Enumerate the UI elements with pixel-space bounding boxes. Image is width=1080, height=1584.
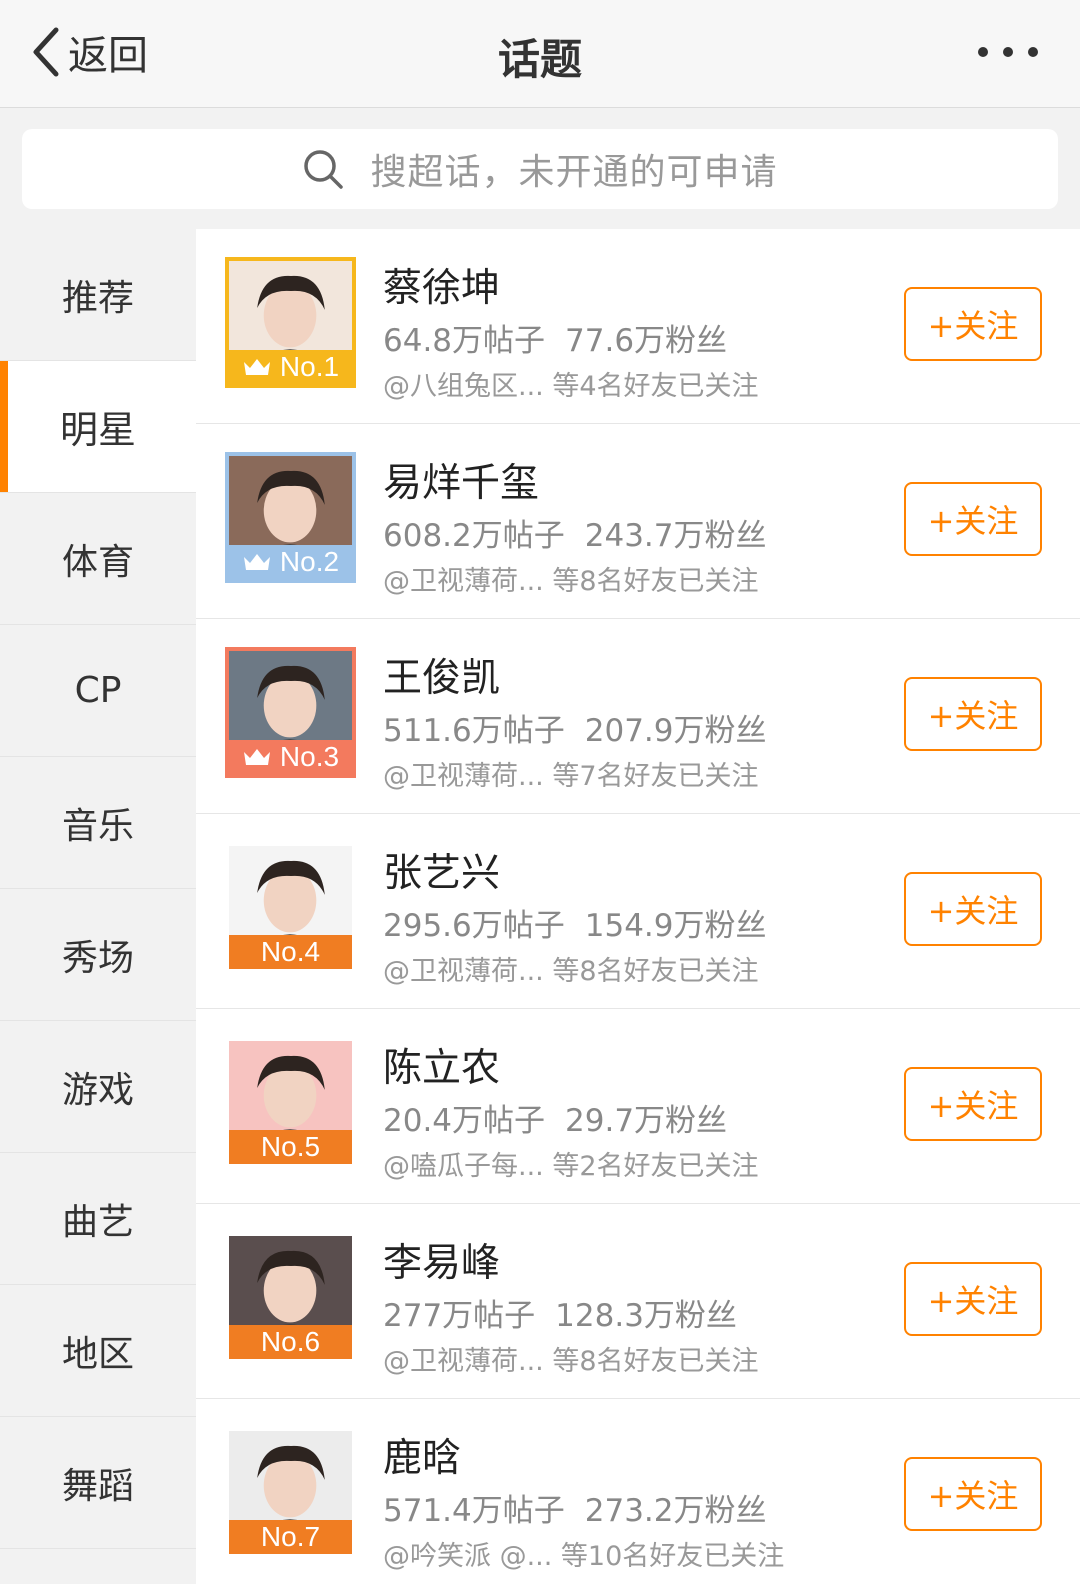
avatar[interactable]: No.6 (225, 1232, 356, 1363)
avatar[interactable]: No.7 (225, 1427, 356, 1558)
friends-following: @卫视薄荷... 等8名好友已关注 (383, 1346, 759, 1377)
rank-badge: No.7 (229, 1520, 352, 1554)
fan-count: 273.2万粉丝 (584, 1493, 767, 1529)
sidebar-item[interactable]: 推荐 (0, 229, 196, 361)
crown-icon (243, 554, 270, 570)
post-count: 64.8万帖子 (383, 323, 546, 359)
sidebar-item[interactable]: 舞蹈 (0, 1417, 196, 1549)
topic-name[interactable]: 张艺兴 (383, 842, 500, 898)
friends-following: @吟笑派 @... 等10名好友已关注 (383, 1541, 785, 1572)
rank-label: No.3 (279, 741, 340, 772)
fan-count: 154.9万粉丝 (584, 908, 767, 944)
sidebar-item[interactable]: 明星 (0, 361, 196, 493)
sidebar-item[interactable]: CP (0, 625, 196, 757)
topic-stats: 277万帖子 128.3万粉丝 (383, 1290, 737, 1335)
topic-list: No.1 蔡徐坤 64.8万帖子 77.6万粉丝 @八组兔区... 等4名好友已关注 +关… (196, 229, 1080, 1584)
rank-badge: No.2 (229, 545, 352, 579)
topic-stats: 295.6万帖子 154.9万粉丝 (383, 900, 767, 945)
friends-following: @嗑瓜子每... 等2名好友已关注 (383, 1151, 759, 1182)
fan-count: 77.6万粉丝 (565, 323, 728, 359)
rank-label: No.2 (279, 546, 340, 577)
rank-badge: No.5 (229, 1130, 352, 1164)
friends-following: @卫视薄荷... 等8名好友已关注 (383, 956, 759, 987)
rank-label: No.4 (260, 936, 321, 967)
topic-name[interactable]: 易烊千玺 (383, 452, 539, 508)
nav-bar: 返回 话题 (0, 0, 1080, 108)
sidebar-item[interactable]: 音乐 (0, 757, 196, 889)
follow-button[interactable]: +关注 (904, 1067, 1042, 1141)
search-area: 搜超话，未开通的可申请 (0, 109, 1080, 229)
follow-button[interactable]: +关注 (904, 1457, 1042, 1531)
follow-button[interactable]: +关注 (904, 1262, 1042, 1336)
fan-count: 207.9万粉丝 (584, 713, 767, 749)
topic-row[interactable]: No.2 易烊千玺 608.2万帖子 243.7万粉丝 @卫视薄荷... 等8名好友已关… (196, 424, 1080, 619)
sidebar-item[interactable]: 游戏 (0, 1021, 196, 1153)
friends-following: @八组兔区... 等4名好友已关注 (383, 371, 759, 402)
sidebar-item[interactable]: 地区 (0, 1285, 196, 1417)
avatar[interactable]: No.3 (225, 647, 356, 778)
topic-row[interactable]: No.4 张艺兴 295.6万帖子 154.9万粉丝 @卫视薄荷... 等8名好友已关注… (196, 814, 1080, 1009)
follow-button[interactable]: +关注 (904, 872, 1042, 946)
avatar[interactable]: No.2 (225, 452, 356, 583)
topic-row[interactable]: No.7 鹿晗 571.4万帖子 273.2万粉丝 @吟笑派 @... 等10名好友已关… (196, 1399, 1080, 1584)
topic-row[interactable]: No.1 蔡徐坤 64.8万帖子 77.6万粉丝 @八组兔区... 等4名好友已关注 +关… (196, 229, 1080, 424)
search-placeholder: 搜超话，未开通的可申请 (370, 152, 778, 193)
avatar[interactable]: No.4 (225, 842, 356, 973)
topic-name[interactable]: 鹿晗 (383, 1427, 461, 1483)
avatar[interactable]: No.1 (225, 257, 356, 388)
post-count: 511.6万帖子 (383, 713, 565, 749)
post-count: 20.4万帖子 (383, 1103, 546, 1139)
topic-stats: 511.6万帖子 207.9万粉丝 (383, 705, 767, 750)
topic-name[interactable]: 蔡徐坤 (383, 257, 500, 313)
fan-count: 29.7万粉丝 (565, 1103, 728, 1139)
crown-icon (243, 749, 270, 765)
post-count: 277万帖子 (383, 1298, 536, 1334)
search-icon (304, 150, 344, 189)
rank-label: No.5 (260, 1131, 321, 1162)
post-count: 571.4万帖子 (383, 1493, 565, 1529)
topic-name[interactable]: 王俊凯 (383, 647, 500, 703)
search-input[interactable]: 搜超话，未开通的可申请 (22, 129, 1058, 209)
post-count: 608.2万帖子 (383, 518, 565, 554)
friends-following: @卫视薄荷... 等7名好友已关注 (383, 761, 759, 792)
topic-row[interactable]: No.6 李易峰 277万帖子 128.3万粉丝 @卫视薄荷... 等8名好友已关注 +关… (196, 1204, 1080, 1399)
rank-badge: No.4 (229, 935, 352, 969)
rank-label: No.1 (279, 351, 340, 382)
rank-badge: No.1 (229, 350, 352, 384)
topic-name[interactable]: 陈立农 (383, 1037, 500, 1093)
topic-row[interactable]: No.5 陈立农 20.4万帖子 29.7万粉丝 @嗑瓜子每... 等2名好友已关注 +关… (196, 1009, 1080, 1204)
topic-stats: 20.4万帖子 29.7万粉丝 (383, 1095, 727, 1140)
friends-following: @卫视薄荷... 等8名好友已关注 (383, 566, 759, 597)
topic-stats: 571.4万帖子 273.2万粉丝 (383, 1485, 767, 1530)
follow-button[interactable]: +关注 (904, 482, 1042, 556)
sidebar-item[interactable]: 秀场 (0, 889, 196, 1021)
follow-button[interactable]: +关注 (904, 677, 1042, 751)
sidebar-item[interactable]: 体育 (0, 493, 196, 625)
category-sidebar: 推荐 明星 体育 CP 音乐 秀场 游戏 曲艺 地区 舞蹈 (0, 229, 196, 1584)
rank-label: No.6 (260, 1326, 321, 1357)
rank-label: No.7 (260, 1521, 321, 1552)
page-title: 话题 (497, 35, 582, 84)
fan-count: 243.7万粉丝 (584, 518, 767, 554)
rank-badge: No.6 (229, 1325, 352, 1359)
topic-stats: 64.8万帖子 77.6万粉丝 (383, 315, 727, 360)
topic-name[interactable]: 李易峰 (383, 1232, 500, 1288)
fan-count: 128.3万粉丝 (555, 1298, 737, 1334)
topic-stats: 608.2万帖子 243.7万粉丝 (383, 510, 767, 555)
sidebar-item[interactable]: 曲艺 (0, 1153, 196, 1285)
crown-icon (243, 359, 270, 375)
post-count: 295.6万帖子 (383, 908, 565, 944)
more-icon[interactable] (978, 40, 1038, 64)
avatar[interactable]: No.5 (225, 1037, 356, 1168)
topic-row[interactable]: No.3 王俊凯 511.6万帖子 207.9万粉丝 @卫视薄荷... 等7名好友已关注… (196, 619, 1080, 814)
follow-button[interactable]: +关注 (904, 287, 1042, 361)
rank-badge: No.3 (229, 740, 352, 774)
